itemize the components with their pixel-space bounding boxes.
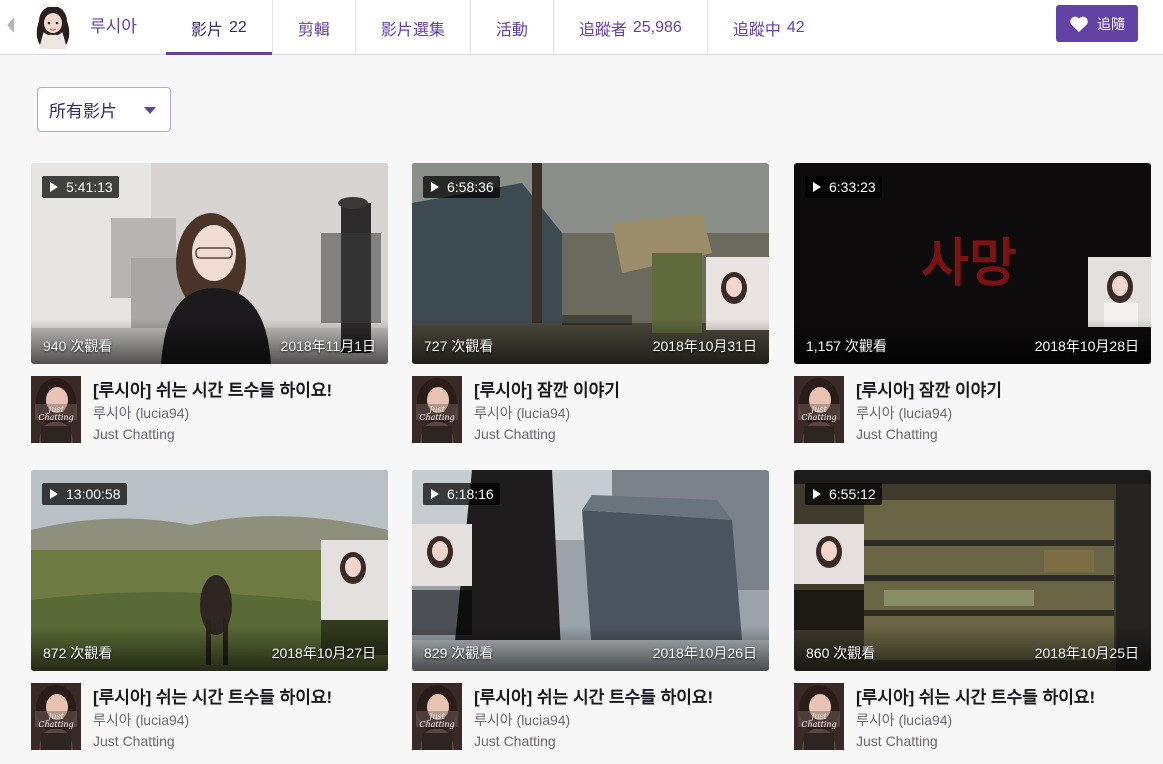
video-date: 2018年10月25日: [1034, 645, 1139, 661]
duration-text: 13:00:58: [66, 486, 121, 502]
video-thumbnail[interactable]: 6:58:36 727 次觀看 2018年10月31日: [412, 163, 769, 364]
view-count: 860 次觀看: [806, 645, 876, 661]
video-category[interactable]: Just Chatting: [856, 426, 938, 442]
follow-label: 追隨: [1097, 15, 1125, 32]
video-author[interactable]: 루시아 (lucia94): [93, 403, 189, 423]
video-category[interactable]: Just Chatting: [856, 733, 938, 749]
channel-name[interactable]: 루시아: [90, 12, 137, 37]
video-filter-dropdown[interactable]: 所有影片: [37, 87, 171, 132]
duration-badge: 13:00:58: [42, 483, 127, 505]
video-author[interactable]: 루시아 (lucia94): [474, 403, 570, 423]
game-box-art[interactable]: [412, 376, 462, 443]
video-card[interactable]: 5:41:13 940 次觀看 2018年11月1日 [루시아] 쉬는 시간 트…: [31, 163, 388, 448]
video-category[interactable]: Just Chatting: [93, 426, 175, 442]
video-card[interactable]: 6:58:36 727 次觀看 2018年10月31日 [루시아] 잠깐 이야기…: [412, 163, 769, 448]
video-author[interactable]: 루시아 (lucia94): [856, 710, 952, 730]
video-card[interactable]: 13:00:58 872 次觀看 2018年10月27日 [루시아] 쉬는 시간…: [31, 470, 388, 755]
heart-icon: [1070, 16, 1088, 32]
nav-tabs: 影片 22 剪輯 影片選集 活動 追蹤者 25,986 追蹤中 42: [166, 0, 830, 55]
play-icon: [50, 182, 58, 192]
caret-down-icon: [144, 107, 156, 114]
tab-label: 活動: [495, 21, 528, 39]
video-date: 2018年10月28日: [1034, 338, 1139, 354]
view-count: 1,157 次觀看: [806, 338, 887, 354]
tab-label: 追蹤中: [732, 21, 781, 39]
video-date: 2018年10月31日: [652, 338, 757, 354]
video-meta: [루시아] 쉬는 시간 트수들 하이요! 루시아 (lucia94) Just …: [31, 683, 388, 755]
duration-text: 5:41:13: [66, 179, 113, 195]
follow-button[interactable]: 追隨: [1056, 5, 1138, 42]
video-thumbnail[interactable]: 5:41:13 940 次觀看 2018年11月1日: [31, 163, 388, 364]
video-meta: [루시아] 쉬는 시간 트수들 하이요! 루시아 (lucia94) Just …: [794, 683, 1151, 755]
video-date: 2018年10月27日: [271, 645, 376, 661]
view-count: 872 次觀看: [43, 645, 113, 661]
duration-text: 6:55:12: [829, 486, 876, 502]
channel-avatar[interactable]: [28, 1, 78, 49]
tab-label: 剪輯: [297, 21, 330, 39]
view-count: 829 次觀看: [424, 645, 494, 661]
play-icon: [50, 489, 58, 499]
video-date: 2018年10月26日: [652, 645, 757, 661]
tab-label: 影片: [191, 21, 224, 39]
video-category[interactable]: Just Chatting: [474, 733, 556, 749]
video-author[interactable]: 루시아 (lucia94): [93, 710, 189, 730]
channel-nav: 루시아 影片 22 剪輯 影片選集 活動 追蹤者 25,986 追蹤中 42 追隨: [0, 0, 1163, 55]
tab-following[interactable]: 追蹤中 42: [706, 0, 830, 55]
duration-badge: 6:33:23: [805, 176, 882, 198]
game-box-art[interactable]: [794, 376, 844, 443]
game-box-art[interactable]: [31, 376, 81, 443]
duration-badge: 5:41:13: [42, 176, 119, 198]
video-card[interactable]: 6:18:16 829 次觀看 2018年10月26日 [루시아] 쉬는 시간 …: [412, 470, 769, 755]
video-thumbnail[interactable]: 6:55:12 860 次觀看 2018年10月25日: [794, 470, 1151, 671]
video-thumbnail[interactable]: 사망 6:33:23 1,157 次觀看 2018年10月28日: [794, 163, 1151, 364]
video-title[interactable]: [루시아] 잠깐 이야기: [474, 376, 620, 401]
duration-text: 6:18:16: [447, 486, 494, 502]
video-title[interactable]: [루시아] 쉬는 시간 트수들 하이요!: [856, 683, 1095, 708]
video-card[interactable]: 6:55:12 860 次觀看 2018年10月25日 [루시아] 쉬는 시간 …: [794, 470, 1151, 755]
game-box-art[interactable]: [412, 683, 462, 750]
tab-followers[interactable]: 追蹤者 25,986: [552, 0, 707, 55]
video-category[interactable]: Just Chatting: [93, 733, 175, 749]
view-count: 940 次觀看: [43, 338, 113, 354]
video-thumbnail[interactable]: 13:00:58 872 次觀看 2018年10月27日: [31, 470, 388, 671]
duration-badge: 6:55:12: [805, 483, 882, 505]
duration-text: 6:58:36: [447, 179, 494, 195]
video-meta: [루시아] 잠깐 이야기 루시아 (lucia94) Just Chatting: [794, 376, 1151, 448]
tab-collections[interactable]: 影片選集: [354, 0, 470, 55]
video-title[interactable]: [루시아] 쉬는 시간 트수들 하이요!: [93, 683, 332, 708]
tab-label: 追蹤者: [578, 21, 627, 39]
tab-events[interactable]: 活動: [469, 0, 553, 55]
tab-count: 42: [786, 18, 805, 36]
game-box-art[interactable]: [31, 683, 81, 750]
duration-badge: 6:58:36: [423, 176, 500, 198]
play-icon: [431, 182, 439, 192]
chevron-left-icon[interactable]: [6, 17, 16, 33]
duration-badge: 6:18:16: [423, 483, 500, 505]
view-count: 727 次觀看: [424, 338, 494, 354]
video-author[interactable]: 루시아 (lucia94): [474, 710, 570, 730]
play-icon: [431, 489, 439, 499]
video-card[interactable]: 사망 6:33:23 1,157 次觀看 2018年10月28日 [루시아] 잠…: [794, 163, 1151, 448]
game-box-art[interactable]: [794, 683, 844, 750]
video-date: 2018年11月1日: [280, 338, 376, 354]
video-meta: [루시아] 잠깐 이야기 루시아 (lucia94) Just Chatting: [412, 376, 769, 448]
tab-label: 影片選集: [380, 21, 445, 39]
filter-selected: 所有影片: [49, 102, 117, 121]
tab-videos[interactable]: 影片 22: [166, 0, 272, 55]
video-author[interactable]: 루시아 (lucia94): [856, 403, 952, 423]
tab-clips[interactable]: 剪輯: [271, 0, 355, 55]
video-category[interactable]: Just Chatting: [474, 426, 556, 442]
duration-text: 6:33:23: [829, 179, 876, 195]
video-title[interactable]: [루시아] 잠깐 이야기: [856, 376, 1002, 401]
video-meta: [루시아] 쉬는 시간 트수들 하이요! 루시아 (lucia94) Just …: [31, 376, 388, 448]
video-meta: [루시아] 쉬는 시간 트수들 하이요! 루시아 (lucia94) Just …: [412, 683, 769, 755]
video-title[interactable]: [루시아] 쉬는 시간 트수들 하이요!: [474, 683, 713, 708]
scene-overlay-text: 사망: [921, 234, 1017, 294]
tab-count: 22: [229, 18, 247, 36]
play-icon: [813, 489, 821, 499]
tab-count: 25,986: [632, 18, 682, 36]
video-thumbnail[interactable]: 6:18:16 829 次觀看 2018年10月26日: [412, 470, 769, 671]
video-title[interactable]: [루시아] 쉬는 시간 트수들 하이요!: [93, 376, 332, 401]
play-icon: [813, 182, 821, 192]
